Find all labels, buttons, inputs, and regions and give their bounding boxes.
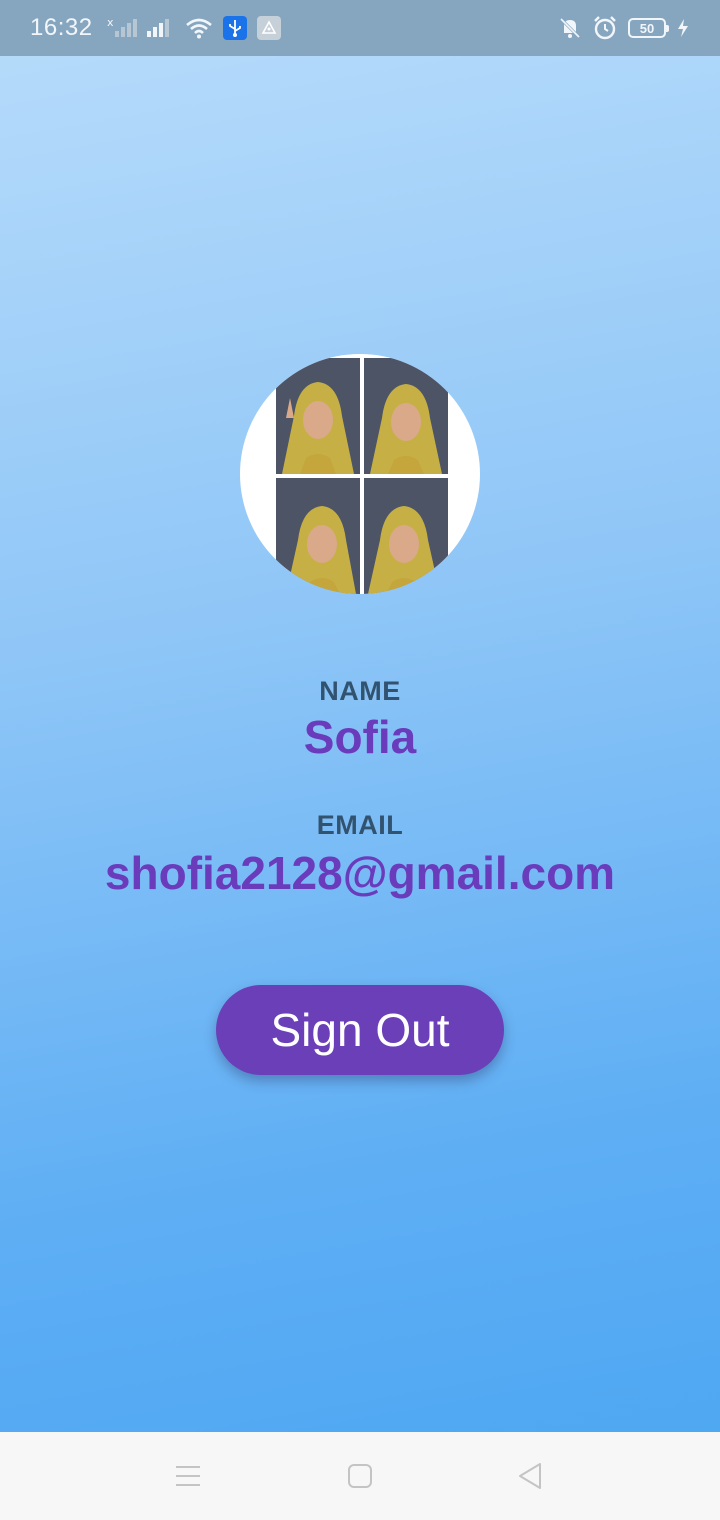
notifications-off-icon [558,16,582,40]
status-left-group: 16:32 x [30,14,281,42]
photo-tile [364,478,448,594]
photo-tile [276,358,360,474]
email-value: shofia2128@gmail.com [104,847,616,899]
sign-out-button[interactable]: Sign Out [216,985,504,1075]
charging-icon [676,18,690,38]
name-label: NAME [319,676,401,706]
app-notification-icon [256,16,281,40]
name-value: Sofia [303,711,417,763]
photo-tile [276,478,360,594]
wifi-icon [185,17,213,39]
status-right-group: 50 [558,15,690,41]
no-signal-sim-icon: x [107,17,137,39]
status-bar: 16:32 x 50 [0,0,720,56]
email-label: EMAIL [316,810,404,840]
signal-icon [146,17,175,39]
status-time: 16:32 [30,14,93,41]
alarm-icon [592,15,618,41]
profile-avatar [240,354,480,594]
navigation-bar [0,1432,720,1520]
battery-level: 50 [639,20,655,36]
back-icon[interactable] [508,1454,552,1498]
usb-icon [222,16,247,40]
battery-icon: 50 [628,18,669,38]
home-icon[interactable] [338,1454,382,1498]
menu-icon[interactable] [166,1454,210,1498]
svg-text:x: x [107,17,114,29]
photo-tile [364,358,448,474]
avatar-photo [276,358,448,594]
